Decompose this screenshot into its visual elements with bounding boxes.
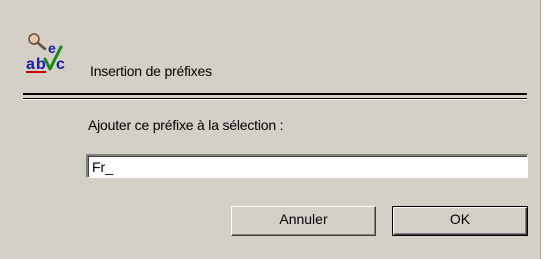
svg-text:a: a: [26, 56, 35, 73]
header-separator: [23, 93, 527, 95]
cancel-button[interactable]: Annuler: [231, 206, 376, 236]
svg-text:e: e: [48, 40, 56, 56]
dialog-title: Insertion de préfixes: [90, 63, 212, 79]
svg-text:c: c: [56, 56, 65, 73]
header-separator-highlight: [23, 99, 527, 100]
spellcheck-abc-icon: a b e c: [26, 33, 65, 73]
prefix-input[interactable]: [86, 154, 528, 178]
ok-button[interactable]: OK: [392, 206, 528, 236]
prefix-insertion-dialog: a b e c Insertion de préfixes Ajouter ce…: [0, 0, 541, 259]
prefix-prompt-label: Ajouter ce préfixe à la sélection :: [88, 117, 284, 133]
